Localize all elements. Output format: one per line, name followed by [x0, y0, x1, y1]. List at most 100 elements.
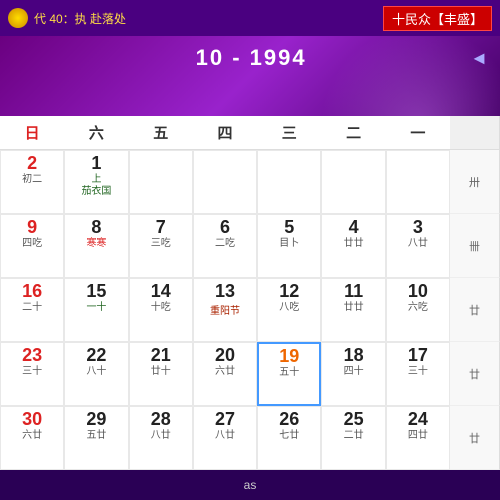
cell-13[interactable]: 13 重阳节	[193, 278, 257, 342]
week-label-4: 廿	[450, 342, 500, 406]
nav-year: 1994	[250, 45, 307, 70]
date-4: 4	[326, 217, 380, 238]
cell-2-sun[interactable]: 2 初二	[0, 150, 64, 214]
cell-3[interactable]: 3 八廿	[386, 214, 450, 278]
top-bar-title: 十民众【丰盛】	[383, 6, 492, 31]
top-bar: 十民众【丰盛】 代 40：执 赴落处	[0, 0, 500, 36]
cell-16-sun[interactable]: 16 二十	[0, 278, 64, 342]
date-23: 23	[5, 345, 59, 366]
coin-icon	[8, 8, 28, 28]
cell-10[interactable]: 10 六吃	[386, 278, 450, 342]
cell-empty-4	[193, 150, 257, 214]
cell-4[interactable]: 4 廿廿	[321, 214, 385, 278]
date-5: 5	[262, 217, 316, 238]
date-28: 28	[134, 409, 188, 430]
cell-6[interactable]: 6 二吃	[193, 214, 257, 278]
day-tue: 二	[321, 116, 385, 149]
cell-7[interactable]: 7 三吃	[129, 214, 193, 278]
cell-18[interactable]: 18 四十	[321, 342, 385, 406]
date-12: 12	[262, 281, 316, 302]
cell-26[interactable]: 26 七廿	[257, 406, 321, 470]
lunar-28: 八廿	[134, 430, 188, 442]
date-24: 24	[391, 409, 445, 430]
cell-20[interactable]: 20 六廿	[193, 342, 257, 406]
date-20: 20	[198, 345, 252, 366]
date-19: 19	[263, 346, 315, 367]
date-22: 22	[69, 345, 123, 366]
date-15: 15	[69, 281, 123, 302]
date-13: 13	[198, 281, 252, 302]
date-7: 7	[134, 217, 188, 238]
lunar-26: 七廿	[262, 430, 316, 442]
top-bar-right-text: 代 40：执 赴落处	[34, 10, 126, 27]
solar-13: 重阳节	[198, 302, 252, 317]
lunar-10: 六吃	[391, 302, 445, 314]
cell-21[interactable]: 21 廿十	[129, 342, 193, 406]
cell-28[interactable]: 28 八廿	[129, 406, 193, 470]
top-bar-right: 代 40：执 赴落处	[8, 8, 126, 28]
lunar-21: 廿十	[134, 366, 188, 378]
bottom-text: as	[244, 478, 257, 492]
cell-22[interactable]: 22 八十	[64, 342, 128, 406]
day-sun: 日	[0, 116, 64, 149]
date-29: 29	[69, 409, 123, 430]
day-mon: 一	[386, 116, 450, 149]
cell-24[interactable]: 24 四廿	[386, 406, 450, 470]
cell-empty-1	[386, 150, 450, 214]
cell-5[interactable]: 5 目卜	[257, 214, 321, 278]
cell-27[interactable]: 27 八廿	[193, 406, 257, 470]
week-label-3: 廿	[450, 278, 500, 342]
date-2: 2	[5, 153, 59, 174]
cell-empty-3	[257, 150, 321, 214]
cell-12[interactable]: 12 八吃	[257, 278, 321, 342]
nav-month: 10	[196, 45, 224, 70]
date-27: 27	[198, 409, 252, 430]
lunar-1a: 上	[69, 174, 123, 186]
week-label-header	[450, 116, 500, 149]
date-18: 18	[326, 345, 380, 366]
cell-empty-2	[321, 150, 385, 214]
week-row-1: 卅 1 上 茄衣国 2 初二	[0, 150, 500, 214]
cell-14[interactable]: 14 十吃	[129, 278, 193, 342]
week-label-2: 卌	[450, 214, 500, 278]
lunar-9: 四吃	[5, 238, 59, 250]
lunar-16: 二十	[5, 302, 59, 314]
lunar-20: 六廿	[198, 366, 252, 378]
lunar-6: 二吃	[198, 238, 252, 250]
lunar-22: 八十	[69, 366, 123, 378]
cell-17[interactable]: 17 三十	[386, 342, 450, 406]
day-wed: 三	[257, 116, 321, 149]
date-3: 3	[391, 217, 445, 238]
lunar-12: 八吃	[262, 302, 316, 314]
cell-25[interactable]: 25 二廿	[321, 406, 385, 470]
cell-1-sat[interactable]: 1 上 茄衣国	[64, 150, 128, 214]
lunar-5: 目卜	[262, 238, 316, 250]
cell-9-sun[interactable]: 9 四吃	[0, 214, 64, 278]
week-row-3: 廿 10 六吃 11 廿廿 12 八吃 13 重阳节 14 十吃 15	[0, 278, 500, 342]
lunar-3: 八廿	[391, 238, 445, 250]
cell-15[interactable]: 15 一十	[64, 278, 128, 342]
lunar-17: 三十	[391, 366, 445, 378]
cell-11[interactable]: 11 廿廿	[321, 278, 385, 342]
week-row-4: 廿 17 三十 18 四十 19 五十 20 六廿 21 廿十 22	[0, 342, 500, 406]
date-6: 6	[198, 217, 252, 238]
nav-title: 1994 - 10	[196, 45, 307, 71]
cell-30-sun[interactable]: 30 六廿	[0, 406, 64, 470]
cell-19-today[interactable]: 19 五十	[257, 342, 321, 406]
purple-bg: ◄ 1994 - 10	[0, 36, 500, 116]
nav-left-arrow[interactable]: ◄	[470, 48, 488, 69]
bottom-bar: as	[0, 470, 500, 500]
date-14: 14	[134, 281, 188, 302]
cell-23-sun[interactable]: 23 三十	[0, 342, 64, 406]
calendar-header: 一 二 三 四 五 六 日	[0, 116, 500, 150]
cell-8[interactable]: 8 寒寒	[64, 214, 128, 278]
lunar-1b: 茄衣国	[69, 186, 123, 198]
date-8: 8	[69, 217, 123, 238]
cell-empty-5	[129, 150, 193, 214]
calendar: 一 二 三 四 五 六 日 卅 1 上 茄衣国 2 初二	[0, 116, 500, 470]
nav-bar: ◄ 1994 - 10	[0, 36, 500, 80]
date-30: 30	[5, 409, 59, 430]
lunar-27: 八廿	[198, 430, 252, 442]
lunar-14: 十吃	[134, 302, 188, 314]
cell-29[interactable]: 29 五廿	[64, 406, 128, 470]
